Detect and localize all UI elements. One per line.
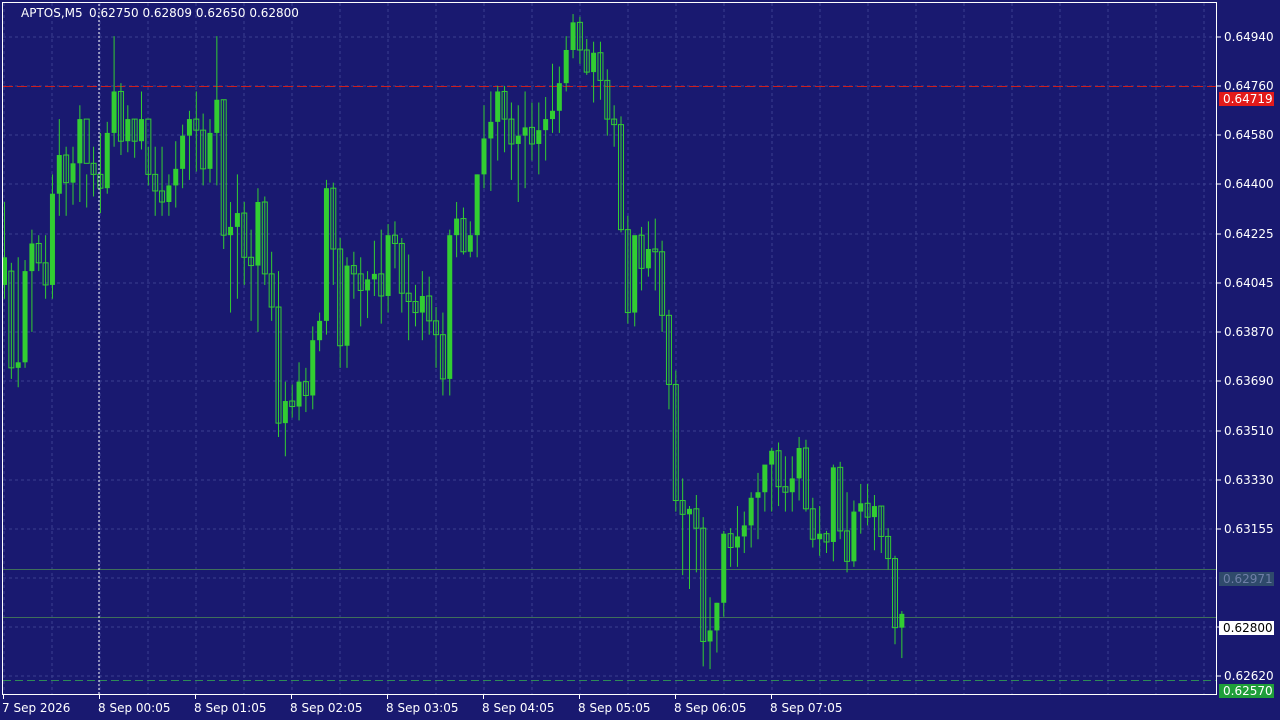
price-chart[interactable]: 0.64940 0.64760 0.64580 0.64400 0.64225 0.640… (0, 0, 1280, 720)
candle-body-bull (296, 381, 302, 407)
candle-body-bull (467, 235, 473, 252)
candle-body-bull (495, 91, 501, 122)
price-tick-label: 0.64225 (1224, 227, 1274, 241)
candle-body-bull (645, 248, 651, 269)
price-marker-label: 0.62971 (1223, 572, 1273, 586)
candle-body-bull (234, 213, 240, 227)
candle-body-bull (22, 271, 28, 363)
candle-body-bull (570, 22, 576, 50)
price-tick-label: 0.63510 (1224, 424, 1274, 438)
candle-body-bull (323, 188, 329, 321)
candle-body-bull (139, 119, 144, 142)
candle-body-bull (714, 602, 720, 631)
candle-body-bull (515, 135, 521, 144)
candle-body-bull (632, 235, 638, 313)
candle-body-bull (77, 119, 83, 164)
candle-body-bull (734, 536, 740, 548)
candle-body-bull (371, 273, 377, 280)
price-tick-label: 0.64760 (1224, 79, 1274, 93)
candle-body-bull (481, 138, 487, 175)
candle[interactable] (323, 179, 329, 335)
candle-body-bull (111, 91, 117, 133)
candle-body-bull (550, 110, 555, 120)
candle-body-bull (830, 467, 836, 542)
candle-body-bull (556, 83, 562, 111)
candle-body-bull (104, 132, 110, 189)
candle-body-bull (755, 492, 761, 498)
candle-body-bull (687, 508, 692, 515)
time-tick-label: 8 Sep 04:05 (482, 701, 554, 715)
candle-body-bull (707, 630, 713, 642)
price-tick-label: 0.63330 (1224, 473, 1274, 487)
candle-body-bull (789, 478, 795, 493)
candle-body-bull (282, 401, 288, 424)
candle-body-bull (56, 155, 62, 194)
candle-body-bull (591, 52, 597, 73)
candle-body-bull (543, 119, 549, 131)
candle-body-bull (317, 320, 323, 341)
price-tick-label: 0.64940 (1224, 30, 1274, 44)
time-tick-label: 7 Sep 2026 (2, 701, 70, 715)
candle-body-bull (871, 506, 877, 518)
candle-body-bull (488, 121, 494, 139)
ohlc-readout: 0.62750 0.62809 0.62650 0.62800 (89, 6, 299, 20)
candle-body-bull (344, 265, 350, 346)
candle-body-bull (214, 99, 220, 133)
time-tick-label: 8 Sep 06:05 (674, 701, 746, 715)
candle-body-bull (49, 193, 55, 285)
candle-body-bull (474, 174, 480, 236)
price-marker-label: 0.64719 (1223, 92, 1273, 106)
time-tick-label: 8 Sep 02:05 (290, 701, 362, 715)
time-tick-label: 8 Sep 07:05 (770, 701, 842, 715)
price-tick-label: 0.63155 (1224, 522, 1274, 536)
time-tick-label: 8 Sep 00:05 (98, 701, 170, 715)
candle-body-bull (563, 49, 569, 84)
candle-body-bull (125, 119, 131, 142)
candle-body-bull (166, 185, 172, 203)
candle-body-bull (796, 448, 802, 479)
price-tick-label: 0.63690 (1224, 374, 1274, 388)
price-tick-label: 0.64580 (1224, 128, 1274, 142)
symbol-label: APTOS,M5 (21, 6, 83, 20)
candle-body-bull (522, 127, 528, 136)
candle-body-bull (70, 163, 76, 183)
candle-body-bull (180, 135, 186, 169)
candle-body-bull (851, 511, 857, 562)
candle-body-bull (899, 613, 905, 628)
candle-body-bull (817, 533, 823, 540)
price-tick-label: 0.63870 (1224, 325, 1274, 339)
candle[interactable] (22, 260, 28, 368)
time-tick-label: 8 Sep 03:05 (386, 701, 458, 715)
candle-body-bull (769, 450, 775, 465)
candle-body-bull (741, 525, 747, 537)
candle-body-bull (186, 119, 192, 136)
candle-body-bull (207, 132, 213, 169)
price-tick-label: 0.62620 (1224, 669, 1274, 683)
candle-body-bull (721, 533, 727, 603)
candle-body-bull (419, 295, 425, 313)
time-tick-label: 8 Sep 01:05 (194, 701, 266, 715)
price-tick-label: 0.64045 (1224, 276, 1274, 290)
candle-body-bull (173, 168, 179, 186)
candle-body-bull (536, 130, 542, 144)
price-tick-label: 0.64400 (1224, 177, 1274, 191)
candle-body-bull (748, 497, 754, 526)
candle-body-bull (255, 202, 261, 266)
candle-body-bull (228, 226, 234, 236)
time-tick-label: 8 Sep 05:05 (578, 701, 650, 715)
candle-body-bull (15, 362, 21, 368)
candle-body-bull (385, 235, 391, 296)
price-marker-label: 0.62800 (1223, 621, 1273, 635)
candle-body-bull (447, 235, 453, 379)
candle-body-bull (762, 464, 768, 493)
candle-body-bull (365, 279, 371, 291)
price-marker-label: 0.62570 (1223, 684, 1273, 698)
candle-body-bull (310, 340, 316, 396)
chart-background (0, 0, 1280, 720)
candle-body-bull (454, 218, 460, 236)
candle-body-bull (858, 503, 864, 512)
candle-body-bull (29, 243, 35, 272)
candle[interactable] (447, 229, 453, 396)
